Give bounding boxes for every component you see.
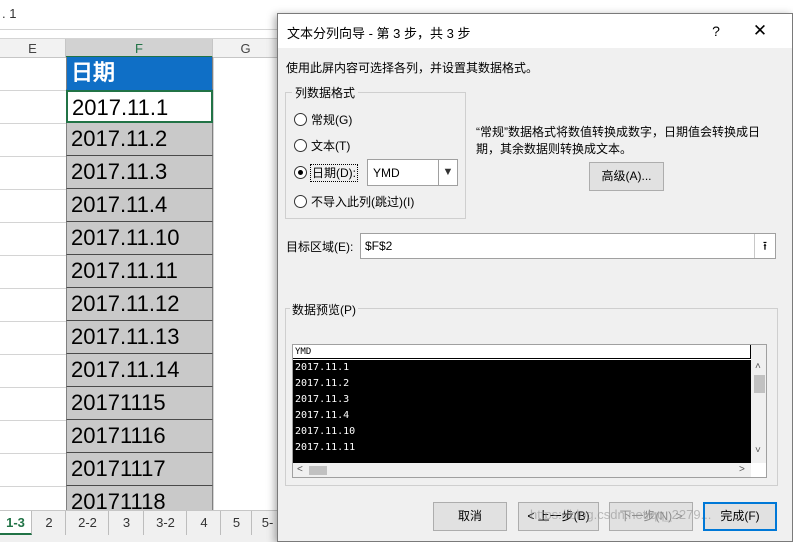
column-f-cells: 日期 2017.11.1 2017.11.2 2017.11.3 2017.11…: [66, 57, 213, 519]
sheet-tab-3[interactable]: 3: [110, 511, 144, 535]
close-button[interactable]: ✕: [748, 20, 772, 42]
scroll-thumb[interactable]: [754, 375, 765, 393]
cell[interactable]: 2017.11.13: [66, 321, 213, 354]
grid-line: [0, 288, 66, 289]
help-button[interactable]: ?: [704, 20, 728, 42]
grid-line: [0, 90, 66, 91]
radio-skip-label: 不导入此列(跳过)(I): [311, 195, 415, 209]
sheet-tab-2[interactable]: 2: [33, 511, 66, 535]
cell[interactable]: 2017.11.10: [66, 222, 213, 255]
target-input[interactable]: $F$2 ⭱: [360, 233, 776, 259]
grid-line: [0, 420, 66, 421]
target-label: 目标区域(E):: [286, 240, 354, 254]
scroll-down-icon[interactable]: ˅: [755, 445, 761, 456]
preview-column-body[interactable]: 2017.11.1 2017.11.2 2017.11.3 2017.11.4 …: [293, 360, 751, 463]
dialog-titlebar[interactable]: 文本分列向导 - 第 3 步，共 3 步 ? ✕: [278, 14, 792, 48]
preview-row: 2017.11.3: [295, 394, 350, 405]
cancel-button[interactable]: 取消: [433, 502, 507, 531]
radio-text-label: 文本(T): [311, 139, 351, 153]
date-format-select[interactable]: YMD ▼: [367, 159, 458, 186]
grid-line: [0, 123, 66, 124]
sheet-tab-2-2[interactable]: 2-2: [67, 511, 109, 535]
cell[interactable]: 2017.11.11: [66, 255, 213, 288]
grid-line: [0, 486, 66, 487]
grid-line: [0, 453, 66, 454]
dialog-title: 文本分列向导 - 第 3 步，共 3 步: [287, 26, 471, 41]
data-preview-label: 数据预览(P): [290, 301, 358, 318]
cell[interactable]: 2017.11.14: [66, 354, 213, 387]
preview-row: 2017.11.1: [295, 362, 350, 373]
target-input-value: $F$2: [365, 239, 393, 253]
advanced-button[interactable]: 高级(A)...: [589, 162, 664, 191]
preview-horizontal-scrollbar[interactable]: < >: [293, 463, 751, 477]
sheet-tab-1-3[interactable]: 1-3: [0, 511, 32, 535]
column-header-g[interactable]: G: [213, 39, 279, 58]
radio-date-label: 日期(D):: [310, 164, 358, 182]
preview-row: 2017.11.2: [295, 378, 350, 389]
column-format-legend: 列数据格式: [292, 84, 359, 101]
scroll-thumb[interactable]: [309, 466, 327, 475]
data-preview-box[interactable]: YMD 2017.11.1 2017.11.2 2017.11.3 2017.1…: [292, 344, 767, 478]
cell-header-date[interactable]: 日期: [66, 57, 213, 90]
sheet-tab-5[interactable]: 5: [222, 511, 252, 535]
scroll-left-icon[interactable]: <: [297, 464, 303, 475]
cell[interactable]: 20171116: [66, 420, 213, 453]
grid-line: [0, 387, 66, 388]
cell[interactable]: 2017.11.3: [66, 156, 213, 189]
column-header-e[interactable]: E: [0, 39, 66, 58]
date-format-value: YMD: [373, 166, 400, 180]
cell[interactable]: 20171115: [66, 387, 213, 420]
collapse-dialog-icon[interactable]: ⭱: [754, 234, 775, 258]
radio-button-checked[interactable]: [294, 166, 307, 179]
radio-button[interactable]: [294, 113, 307, 126]
text-to-columns-dialog: 文本分列向导 - 第 3 步，共 3 步 ? ✕ 使用此屏内容可选择各列，并设置…: [277, 13, 793, 542]
cell[interactable]: 2017.11.12: [66, 288, 213, 321]
sheet-tab-3-2[interactable]: 3-2: [145, 511, 187, 535]
cell[interactable]: 2017.11.2: [66, 123, 213, 156]
grid-line: [0, 354, 66, 355]
dialog-description: 使用此屏内容可选择各列，并设置其数据格式。: [286, 61, 539, 75]
formula-bar-text: . 1: [2, 6, 17, 21]
grid-line: [0, 255, 66, 256]
grid-line: [213, 58, 214, 510]
cell[interactable]: 20171117: [66, 453, 213, 486]
scroll-right-icon[interactable]: >: [739, 464, 745, 475]
grid-line: [0, 156, 66, 157]
chevron-down-icon[interactable]: ▼: [438, 160, 457, 185]
preview-vertical-scrollbar[interactable]: ˄ ˅: [751, 345, 766, 463]
scroll-up-icon[interactable]: ˄: [755, 361, 761, 372]
preview-row: 2017.11.10: [295, 426, 356, 437]
grid-line: [0, 321, 66, 322]
format-info-text: “常规”数据格式将数值转换成数字，日期值会转换成日期，其余数据则转换成文本。: [476, 125, 760, 156]
radio-general-label: 常规(G): [311, 113, 353, 127]
sheet-tab-4[interactable]: 4: [188, 511, 221, 535]
column-header-f[interactable]: F: [66, 39, 213, 58]
finish-button[interactable]: 完成(F): [703, 502, 777, 531]
radio-button[interactable]: [294, 195, 307, 208]
preview-column-header[interactable]: YMD: [293, 345, 751, 359]
preview-row: 2017.11.4: [295, 410, 350, 421]
preview-row: 2017.11.11: [295, 442, 356, 453]
cell-active[interactable]: 2017.11.1: [66, 90, 213, 123]
grid-line: [0, 222, 66, 223]
watermark: https://blog.csdn.net/qq_2279...: [530, 507, 712, 522]
cell[interactable]: 2017.11.4: [66, 189, 213, 222]
radio-button[interactable]: [294, 139, 307, 152]
grid-line: [0, 189, 66, 190]
